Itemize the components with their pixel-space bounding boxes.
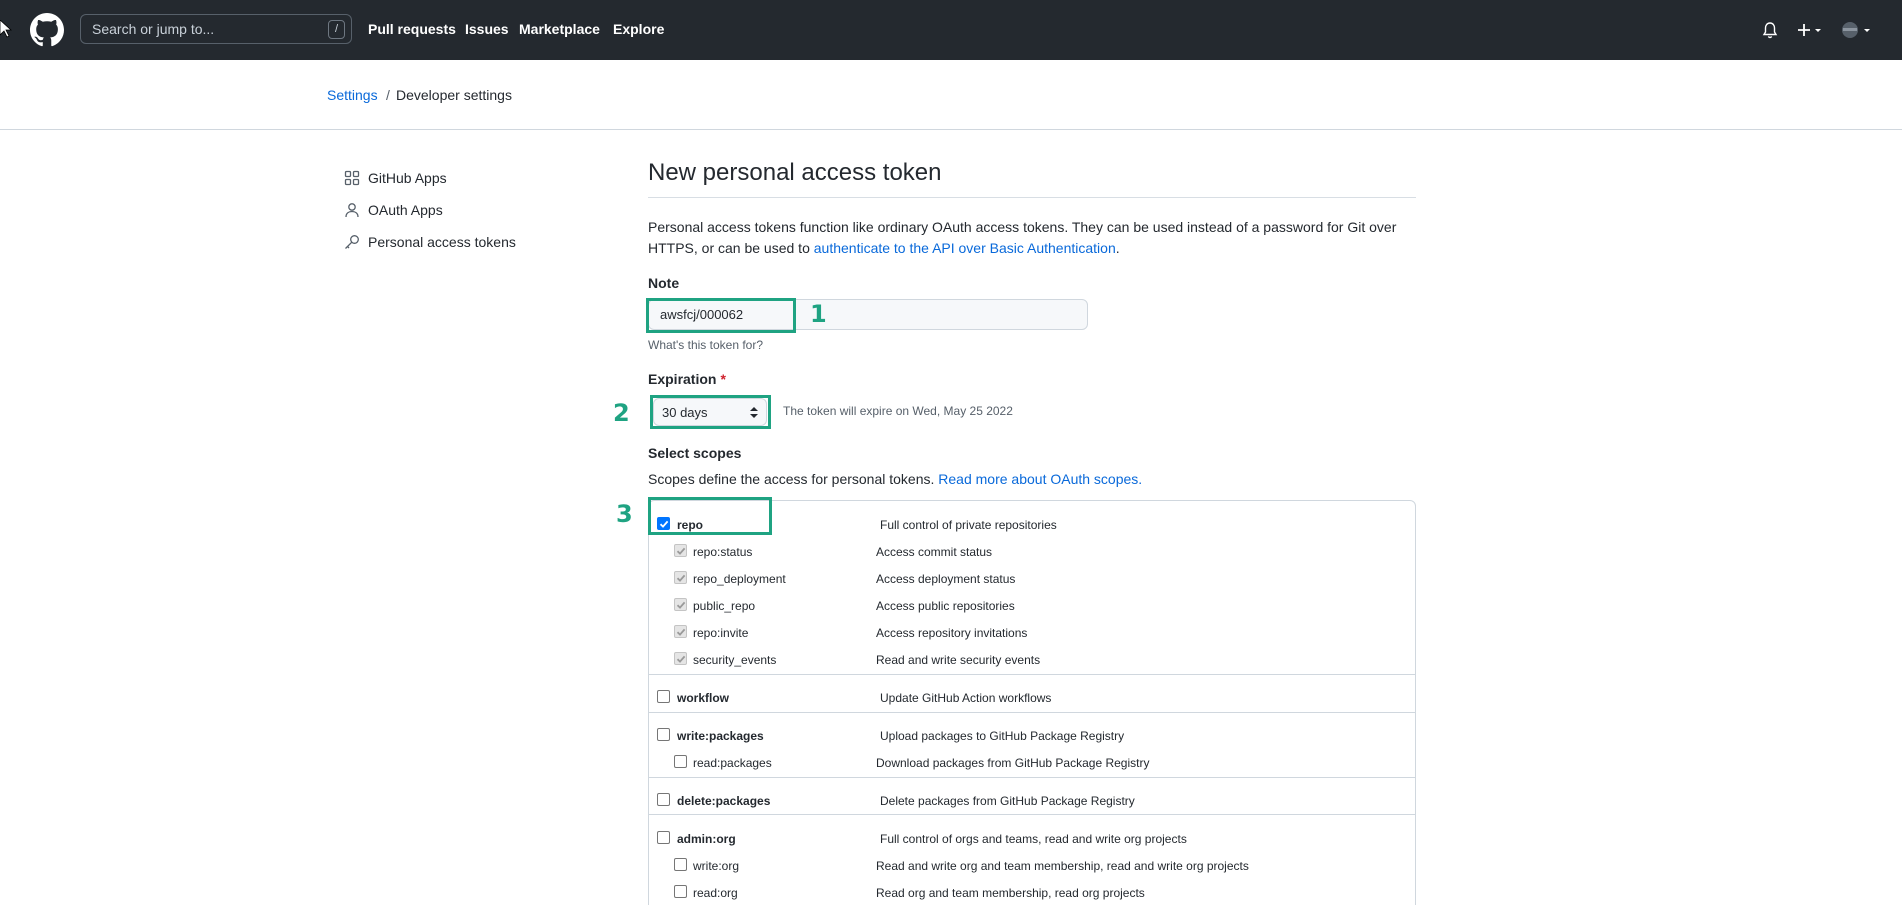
title-divider — [648, 197, 1416, 198]
sidebar-item-oauth-apps[interactable]: OAuth Apps — [344, 199, 443, 221]
checkmark-icon — [676, 655, 686, 663]
breadcrumb-settings-link[interactable]: Settings — [327, 87, 378, 103]
nav-marketplace[interactable]: Marketplace — [519, 21, 600, 37]
scope-description: Update GitHub Action workflows — [880, 691, 1052, 705]
scope-name: workflow — [677, 691, 730, 705]
annotation-box-1 — [646, 298, 796, 333]
page-title: New personal access token — [648, 159, 942, 186]
nav-explore[interactable]: Explore — [613, 21, 664, 37]
expiration-label-text: Expiration — [648, 371, 717, 387]
annotation-number-2: 2 — [613, 399, 630, 427]
breadcrumb-current: Developer settings — [396, 87, 512, 103]
scopes-description: Scopes define the access for personal to… — [648, 471, 1142, 487]
token-description: Personal access tokens function like ord… — [648, 217, 1416, 259]
checkmark-icon — [676, 574, 686, 582]
search-shortcut-key: / — [328, 20, 345, 39]
select-scopes-label: Select scopes — [648, 445, 742, 461]
notification-bell-icon[interactable] — [1762, 22, 1778, 40]
scope-name: repo:status — [693, 545, 753, 559]
scope-name: read:packages — [693, 756, 772, 770]
scope-name: security_events — [693, 653, 777, 667]
required-asterisk: * — [720, 371, 726, 387]
scope-description: Access commit status — [876, 545, 993, 559]
breadcrumb-separator: / — [386, 87, 390, 103]
sidebar-item-personal-access-tokens[interactable]: Personal access tokens — [344, 231, 516, 253]
oauth-scopes-link[interactable]: Read more about OAuth scopes. — [938, 471, 1142, 487]
scope-checkbox-admin-org[interactable] — [657, 831, 670, 844]
scope-group-divider — [648, 814, 1416, 815]
annotation-number-3: 3 — [616, 500, 633, 528]
scopes-description-text: Scopes define the access for personal to… — [648, 471, 939, 487]
sidebar-item-label: Personal access tokens — [368, 234, 516, 250]
scope-checkbox-delete-packages[interactable] — [657, 793, 670, 806]
scope-description: Full control of private repositories — [880, 518, 1057, 532]
scope-group-divider — [648, 712, 1416, 713]
search-placeholder: Search or jump to... — [92, 21, 215, 37]
description-end: . — [1115, 240, 1120, 256]
scope-checkbox-security-events — [674, 652, 687, 665]
scope-description: Upload packages to GitHub Package Regist… — [880, 729, 1125, 743]
scope-description: Delete packages from GitHub Package Regi… — [880, 794, 1135, 808]
scope-description: Access deployment status — [876, 572, 1016, 586]
scope-name: delete:packages — [677, 794, 771, 808]
annotation-number-1: 1 — [810, 300, 827, 328]
scope-name: admin:org — [677, 832, 736, 846]
nav-issues[interactable]: Issues — [465, 21, 509, 37]
nav-pull-requests[interactable]: Pull requests — [368, 21, 456, 37]
apps-icon — [344, 170, 360, 186]
scope-checkbox-read-org[interactable] — [674, 885, 687, 898]
scope-description: Full control of orgs and teams, read and… — [880, 832, 1187, 846]
scope-name: read:org — [693, 886, 738, 900]
checkmark-icon — [676, 601, 686, 609]
scope-checkbox-repo-deployment — [674, 571, 687, 584]
scope-group-divider — [648, 674, 1416, 675]
key-icon — [345, 235, 359, 249]
sidebar-item-label: GitHub Apps — [368, 170, 447, 186]
search-input[interactable]: Search or jump to... / — [80, 14, 352, 44]
scope-description: Download packages from GitHub Package Re… — [876, 756, 1150, 770]
checkmark-icon — [676, 628, 686, 636]
scope-group-divider — [648, 777, 1416, 778]
github-logo-icon[interactable] — [30, 13, 64, 47]
scope-description: Access repository invitations — [876, 626, 1028, 640]
scope-name: public_repo — [693, 599, 756, 613]
checkmark-icon — [676, 547, 686, 555]
sidebar-item-github-apps[interactable]: GitHub Apps — [344, 167, 447, 189]
scope-checkbox-repo-invite — [674, 625, 687, 638]
scope-checkbox-read-packages[interactable] — [674, 755, 687, 768]
top-header: Search or jump to... / Pull requests Iss… — [0, 0, 1902, 60]
note-label: Note — [648, 275, 680, 291]
expiration-note: The token will expire on Wed, May 25 202… — [783, 404, 1013, 418]
scope-name: write:org — [693, 859, 740, 873]
note-hint: What's this token for? — [648, 338, 764, 352]
scope-description: Read and write org and team membership, … — [876, 859, 1249, 873]
basic-auth-link[interactable]: authenticate to the API over Basic Authe… — [814, 240, 1116, 256]
scope-checkbox-public-repo — [674, 598, 687, 611]
scope-checkbox-workflow[interactable] — [657, 690, 670, 703]
scope-name: write:packages — [677, 729, 764, 743]
annotation-box-2 — [650, 395, 771, 429]
mouse-cursor-icon — [0, 20, 12, 38]
scope-name: repo_deployment — [693, 572, 786, 586]
scope-checkbox-write-packages[interactable] — [657, 728, 670, 741]
sidebar-item-label: OAuth Apps — [368, 202, 443, 218]
annotation-box-3 — [648, 497, 772, 535]
scope-description: Read and write security events — [876, 653, 1041, 667]
scope-description: Access public repositories — [876, 599, 1015, 613]
scope-description: Read org and team membership, read org p… — [876, 886, 1145, 900]
scope-checkbox-repo-status — [674, 544, 687, 557]
expiration-label: Expiration * — [648, 371, 726, 387]
create-new-plus-icon[interactable] — [1796, 20, 1826, 40]
scope-name: repo:invite — [693, 626, 749, 640]
scope-checkbox-write-org[interactable] — [674, 858, 687, 871]
user-avatar-menu[interactable] — [1840, 20, 1874, 40]
breadcrumb: Settings / Developer settings — [0, 60, 1902, 130]
person-icon — [345, 203, 359, 218]
